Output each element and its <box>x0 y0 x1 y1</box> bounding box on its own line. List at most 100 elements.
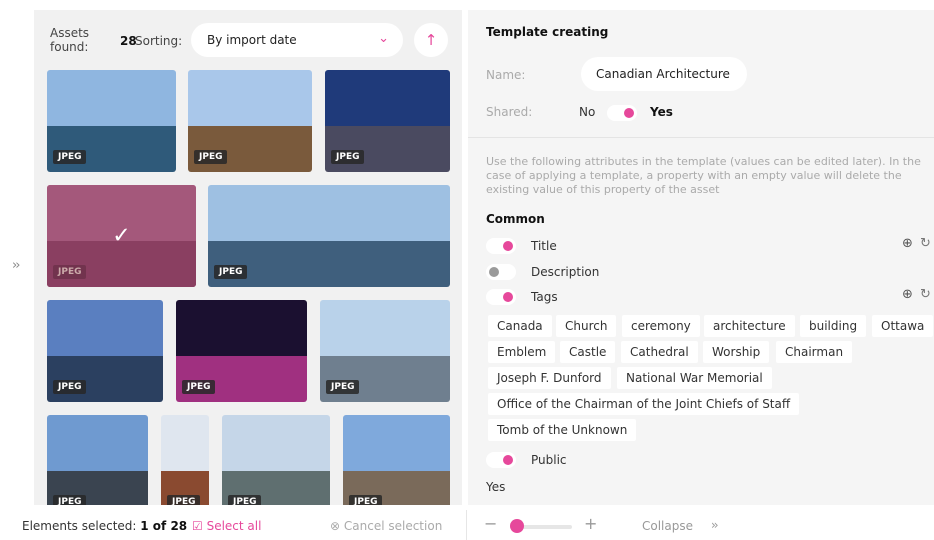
tag-chip[interactable]: Castle <box>560 341 616 363</box>
common-heading: Common <box>486 212 545 226</box>
tags-attr-label: Tags <box>531 290 558 304</box>
template-title: Template creating <box>486 25 609 39</box>
file-type-badge: JPEG <box>53 150 87 164</box>
chevron-down-icon: ⌄ <box>378 31 389 46</box>
thumb-sky <box>320 300 450 357</box>
tag-chip[interactable]: architecture <box>704 315 795 337</box>
arrow-up-icon: ↑ <box>424 31 438 49</box>
assets-header: Assets found: 28 Sorting: By import date… <box>34 10 462 70</box>
asset-thumbnail[interactable]: JPEG <box>320 300 450 402</box>
left-rail: ›› <box>0 10 34 505</box>
tag-chip[interactable]: National War Memorial <box>617 367 772 389</box>
shared-label: Shared: <box>486 105 533 119</box>
file-type-badge: JPEG <box>349 495 383 505</box>
file-type-badge: JPEG <box>326 380 360 394</box>
title-toggle[interactable] <box>486 238 516 254</box>
thumb-sky <box>47 70 176 127</box>
cancel-selection-label: Cancel selection <box>343 519 443 533</box>
add-circle-icon[interactable]: ⊕ <box>902 287 913 302</box>
description-toggle[interactable] <box>486 264 516 280</box>
expand-left-icon[interactable]: ›› <box>12 258 21 273</box>
zoom-in-button[interactable]: + <box>584 514 597 533</box>
status-bar: Elements selected: 1 of 28 ☑ Select all … <box>0 510 934 540</box>
toggle-knob <box>503 455 513 465</box>
selection-count-label: Elements selected: <box>22 519 137 533</box>
tag-chip[interactable]: building <box>800 315 867 337</box>
tag-chip[interactable]: ceremony <box>622 315 700 337</box>
name-label: Name: <box>486 68 526 82</box>
asset-thumbnail[interactable]: JPEG <box>188 70 312 172</box>
tag-chip[interactable]: Chairman <box>776 341 853 363</box>
tag-chip[interactable]: Tomb of the Unknown <box>488 419 637 441</box>
thumb-sky <box>161 415 209 472</box>
assets-panel: Assets found: 28 Sorting: By import date… <box>34 10 462 505</box>
thumb-sky <box>47 300 163 357</box>
thumb-sky <box>222 415 330 472</box>
assets-found-label: Assets found: <box>50 26 90 54</box>
select-all-label: Select all <box>206 519 262 533</box>
toggle-knob <box>503 241 513 251</box>
tag-chip[interactable]: Office of the Chairman of the Joint Chie… <box>488 393 800 415</box>
thumb-sky <box>188 70 312 127</box>
file-type-badge: JPEG <box>194 150 228 164</box>
tag-chip[interactable]: Worship <box>703 341 770 363</box>
sort-direction-button[interactable]: ↑ <box>414 23 448 57</box>
shared-toggle[interactable] <box>607 105 637 121</box>
tag-chip[interactable]: Joseph F. Dunford <box>488 367 611 389</box>
thumb-sky <box>208 185 450 242</box>
toggle-knob <box>503 292 513 302</box>
tags-toggle[interactable] <box>486 289 516 305</box>
tag-chip[interactable]: Ottawa <box>872 315 934 337</box>
asset-thumbnail[interactable]: JPEG <box>222 415 330 505</box>
thumb-sky <box>47 415 148 472</box>
select-all-button[interactable]: ☑ Select all <box>192 519 261 533</box>
selection-count-value: 1 of 28 <box>140 519 188 533</box>
thumb-sky <box>176 300 307 357</box>
shared-yes-label: Yes <box>650 105 673 119</box>
collapse-button[interactable]: Collapse <box>642 519 693 533</box>
asset-thumbnail-selected[interactable]: ✓ JPEG <box>47 185 196 287</box>
shared-no-label: No <box>579 105 596 119</box>
file-type-badge: JPEG <box>182 380 216 394</box>
asset-thumbnail[interactable]: JPEG <box>176 300 307 402</box>
public-toggle[interactable] <box>486 452 516 468</box>
reset-icon[interactable]: ↻ <box>920 287 931 302</box>
description-attr-label: Description <box>531 265 600 279</box>
file-type-badge: JPEG <box>331 150 365 164</box>
asset-thumbnail[interactable]: JPEG <box>325 70 450 172</box>
double-chevron-right-icon[interactable]: ›› <box>711 518 718 532</box>
file-type-badge: JPEG <box>53 265 87 279</box>
sort-select-value: By import date <box>207 33 297 47</box>
tag-chip[interactable]: Church <box>556 315 617 337</box>
reset-icon[interactable]: ↻ <box>920 236 931 251</box>
zoom-slider-handle[interactable] <box>510 519 524 533</box>
sort-select[interactable]: By import date ⌄ <box>191 23 403 57</box>
cancel-selection-button[interactable]: ⊗ Cancel selection <box>330 519 442 533</box>
file-type-badge: JPEG <box>53 380 87 394</box>
file-type-badge: JPEG <box>214 265 248 279</box>
selection-count: Elements selected: 1 of 28 <box>22 519 187 533</box>
tag-chip[interactable]: Emblem <box>488 341 556 363</box>
divider <box>466 510 467 540</box>
asset-thumbnail[interactable]: JPEG <box>47 70 176 172</box>
tag-chip[interactable]: Cathedral <box>621 341 698 363</box>
template-panel: Template creating Name: Canadian Archite… <box>468 10 934 505</box>
template-info-text: Use the following attributes in the temp… <box>486 155 921 196</box>
asset-thumbnail[interactable]: JPEG <box>47 415 148 505</box>
asset-thumbnail[interactable]: JPEG <box>343 415 450 505</box>
divider <box>468 137 934 138</box>
asset-thumbnail[interactable]: JPEG <box>47 300 163 402</box>
check-circle-icon: ☑ <box>192 519 203 533</box>
zoom-out-button[interactable]: − <box>484 514 497 533</box>
asset-thumbnail[interactable]: JPEG <box>208 185 450 287</box>
add-circle-icon[interactable]: ⊕ <box>902 236 913 251</box>
tag-chip[interactable]: Canada <box>488 315 552 337</box>
template-name-input[interactable]: Canadian Architecture <box>581 57 747 91</box>
toggle-knob <box>489 267 499 277</box>
public-attr-label: Public <box>531 453 567 467</box>
thumb-sky <box>325 70 450 127</box>
public-value: Yes <box>486 480 506 494</box>
checkmark-icon: ✓ <box>112 223 131 249</box>
toggle-knob <box>624 108 634 118</box>
asset-thumbnail[interactable]: JPEG <box>161 415 209 505</box>
